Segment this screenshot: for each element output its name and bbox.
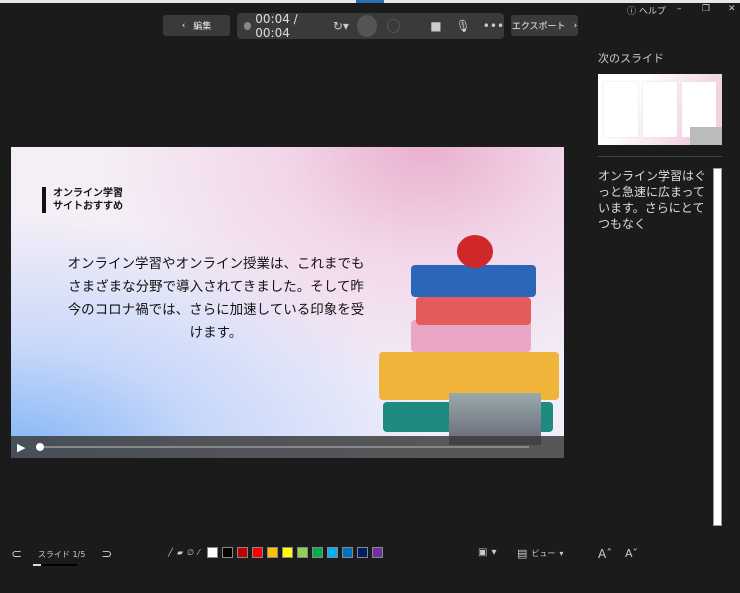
camera-icon[interactable]: ■: [430, 19, 441, 33]
apple-icon: [457, 235, 493, 268]
edit-button[interactable]: ‹ 編集: [163, 15, 230, 36]
playback-slider[interactable]: [36, 443, 530, 451]
highlighter-icon[interactable]: ⁄: [198, 548, 199, 557]
next-slide-label: 次のスライド: [598, 52, 664, 65]
more-icon[interactable]: •••: [483, 19, 504, 33]
ink-color-swatch[interactable]: [267, 547, 279, 558]
play-button[interactable]: ▶: [17, 441, 25, 454]
slide-navigation: ⊂ スライド 1/5 ⊃: [11, 547, 112, 562]
pen-icon[interactable]: ╱: [168, 548, 173, 557]
ink-color-swatch[interactable]: [282, 547, 294, 558]
chevron-left-icon: ‹: [181, 20, 186, 31]
title-strip: [0, 0, 740, 3]
increase-font-button[interactable]: Aˆ: [598, 547, 612, 561]
next-slide-button[interactable]: ⊃: [101, 547, 112, 562]
reset-icon[interactable]: ↻▾: [333, 19, 349, 33]
playback-bar: ▶: [11, 436, 564, 458]
current-slide: オンライン学習 サイトおすすめ オンライン学習やオンライン授業は、これまでもさまざ…: [11, 147, 564, 458]
ink-color-swatch[interactable]: [237, 547, 249, 558]
camera-view-icon: ▣: [478, 547, 488, 558]
record-indicator-icon: [244, 22, 252, 30]
clear-ink-icon[interactable]: ∅: [187, 548, 194, 557]
ink-tools: ╱ ▰ ∅ ⁄: [168, 547, 384, 558]
slide-title: オンライン学習 サイトおすすめ: [42, 187, 123, 213]
slide-progress: [33, 564, 77, 566]
minimize-button[interactable]: –: [677, 4, 682, 14]
pause-button[interactable]: [387, 19, 401, 33]
next-slide-thumbnail[interactable]: [598, 74, 722, 145]
chevron-right-icon: ›: [573, 20, 578, 31]
ink-color-swatch[interactable]: [297, 547, 309, 558]
ink-color-swatch[interactable]: [252, 547, 264, 558]
previous-slide-button[interactable]: ⊂: [11, 547, 22, 562]
ink-color-swatch[interactable]: [222, 547, 234, 558]
view-dropdown[interactable]: ▤ ビュー ▾: [517, 547, 563, 560]
help-icon: ⓘ: [627, 7, 637, 17]
decrease-font-button[interactable]: Aˇ: [625, 547, 638, 560]
close-button[interactable]: ✕: [728, 4, 736, 14]
ink-color-swatch[interactable]: [357, 547, 369, 558]
ink-color-swatch[interactable]: [207, 547, 219, 558]
export-button[interactable]: エクスポート ›: [511, 15, 578, 36]
record-button[interactable]: [356, 15, 378, 37]
ink-color-swatch[interactable]: [312, 547, 324, 558]
notes-scrollbar[interactable]: [713, 168, 722, 526]
ink-color-swatch[interactable]: [372, 547, 384, 558]
webcam-placeholder-icon: [690, 127, 722, 145]
speaker-notes[interactable]: オンライン学習はぐっと急速に広まっています。さらにとてつもなく: [598, 168, 710, 232]
recording-toolbar: 00:04 / 00:04 ↻▾ ■ 🎙 •••: [237, 12, 504, 40]
help-button[interactable]: ⓘ ヘルプ: [627, 4, 666, 17]
time-readout: 00:04 / 00:04: [255, 12, 298, 40]
slide-body: オンライン学習やオンライン授業は、これまでもさまざまな分野で導入されてきました。…: [67, 256, 365, 341]
layout-icon: ▤: [517, 547, 528, 560]
ink-color-swatch[interactable]: [342, 547, 354, 558]
slide-counter: スライド 1/5: [37, 550, 86, 559]
divider: [598, 156, 722, 157]
camera-toggle[interactable]: ▣ ▾: [478, 547, 496, 558]
ink-color-swatch[interactable]: [327, 547, 339, 558]
microphone-icon[interactable]: 🎙: [456, 19, 471, 33]
eraser-icon[interactable]: ▰: [177, 548, 183, 557]
restore-button[interactable]: ❐: [702, 4, 710, 14]
